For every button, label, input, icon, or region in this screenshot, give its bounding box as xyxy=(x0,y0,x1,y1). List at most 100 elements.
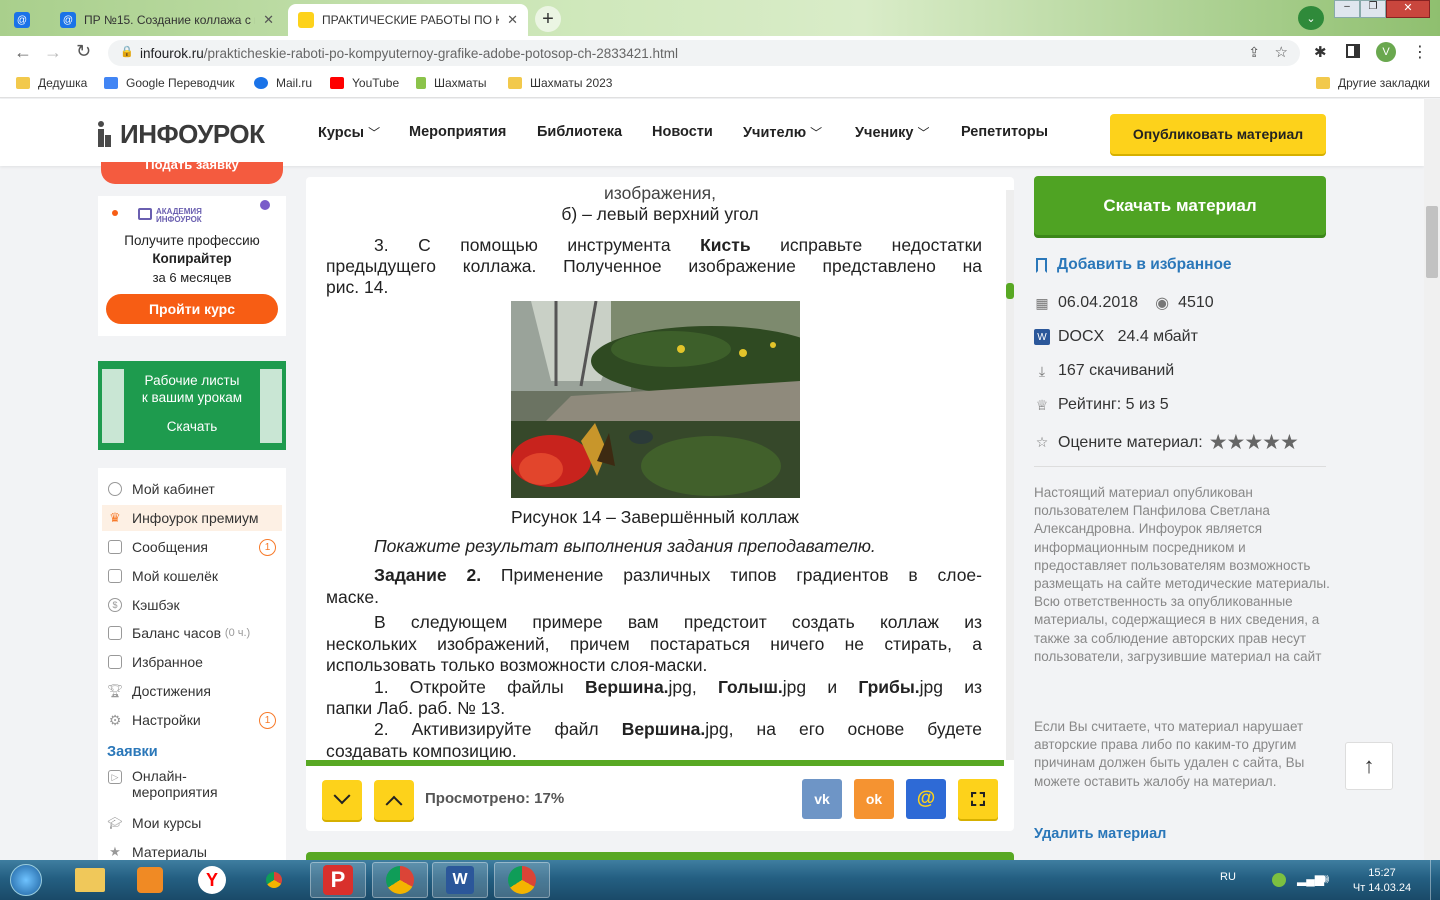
nav-tutors[interactable]: Репетиторы xyxy=(961,124,1048,140)
document-scrollbar[interactable] xyxy=(1006,190,1014,760)
add-to-favorites-link[interactable]: Добавить в избранное xyxy=(1036,256,1232,274)
menu-item-online-events[interactable]: ▷ Онлайн- мероприятия xyxy=(102,768,282,804)
bookmark-item[interactable]: YouTube xyxy=(330,76,399,90)
nav-courses[interactable]: Курсы ﹀ xyxy=(318,124,380,141)
document-scrollbar-thumb[interactable] xyxy=(1006,283,1014,299)
prev-page-button[interactable] xyxy=(374,780,414,820)
bookmark-item[interactable]: Google Переводчик xyxy=(104,76,235,90)
nav-events[interactable]: Мероприятия xyxy=(409,124,506,140)
maximize-icon[interactable]: ❐ xyxy=(1360,0,1386,18)
close-tab-icon[interactable]: ✕ xyxy=(507,12,518,28)
taskbar-app-p[interactable]: P xyxy=(310,862,366,898)
nav-student[interactable]: Ученику ﹀ xyxy=(855,124,930,141)
profile-avatar[interactable]: V xyxy=(1376,42,1396,62)
scroll-to-top-button[interactable]: ↑ xyxy=(1345,742,1393,790)
taskbar-word[interactable]: W xyxy=(432,862,488,898)
extensions-icon[interactable]: ✱ xyxy=(1314,43,1327,61)
pinned-tab[interactable]: @ xyxy=(4,4,44,36)
nav-library[interactable]: Библиотека xyxy=(537,124,622,140)
promo-line: Получите профессию xyxy=(124,233,260,248)
taskbar-yandex[interactable]: Y xyxy=(184,862,240,898)
bookmark-item[interactable]: Шахматы 2023 xyxy=(508,76,612,90)
page-scrollbar-thumb[interactable] xyxy=(1426,206,1438,278)
worksheets-banner[interactable]: Рабочие листы к вашим урокам Скачать xyxy=(98,361,286,450)
menu-item-settings[interactable]: ⚙ Настройки 1 xyxy=(102,707,282,733)
bookmark-item[interactable]: Дедушка xyxy=(16,76,87,90)
chevron-down-icon xyxy=(333,787,351,805)
eye-icon: ◉ xyxy=(1155,295,1170,312)
material-views: 4510 xyxy=(1178,294,1214,311)
doc-line: изображения, xyxy=(603,183,717,203)
taskbar-media-player[interactable] xyxy=(122,862,178,898)
doc-line: В следующем примере вам предстоит создат… xyxy=(374,612,982,632)
menu-item-premium[interactable]: ♛ Инфоурок премиум xyxy=(102,505,282,531)
close-window-icon[interactable]: ✕ xyxy=(1386,0,1430,18)
taskbar-chrome-profile[interactable] xyxy=(494,862,550,898)
show-desktop-button[interactable] xyxy=(1430,860,1440,900)
browser-tab-2[interactable]: ПРАКТИЧЕСКИЕ РАБОТЫ ПО КО ✕ xyxy=(288,4,528,36)
new-tab-button[interactable]: + xyxy=(535,6,561,32)
browser-tab-1[interactable]: @ ПР №15. Создание коллажа с п ✕ xyxy=(50,4,284,36)
promo-duration: за 6 месяцев xyxy=(152,270,232,285)
share-ok-button[interactable]: ok xyxy=(854,779,894,819)
nav-teacher[interactable]: Учителю ﹀ xyxy=(743,124,822,141)
side-panel-icon[interactable] xyxy=(1346,44,1360,58)
menu-item-favorites[interactable]: Избранное xyxy=(102,649,282,675)
forward-icon[interactable]: → xyxy=(44,42,62,63)
menu-dots-icon[interactable]: ⋮ xyxy=(1412,42,1428,62)
menu-item-messages[interactable]: Сообщения 1 xyxy=(102,534,282,560)
menu-item-hours[interactable]: Баланс часов (0 ч.) xyxy=(102,620,282,646)
taskbar-chrome[interactable] xyxy=(246,862,302,898)
language-indicator[interactable]: RU xyxy=(1220,871,1236,883)
odnoklassniki-icon: ok xyxy=(865,791,883,807)
menu-item-achievements[interactable]: 🏆︎ Достижения xyxy=(102,678,282,704)
menu-item-cabinet[interactable]: Мой кабинет xyxy=(102,476,282,502)
download-material-button[interactable]: Скачать материал xyxy=(1034,176,1326,235)
system-clock[interactable]: 15:27 Чт 14.03.24 xyxy=(1346,866,1418,896)
address-bar[interactable]: 🔒 infourok.ru/prakticheskie-raboti-po-ko… xyxy=(108,40,1300,66)
take-course-button[interactable]: Пройти курс xyxy=(106,294,278,324)
close-tab-icon[interactable]: ✕ xyxy=(263,12,274,28)
tray-app-icon[interactable] xyxy=(1272,873,1286,887)
delete-material-link[interactable]: Удалить материал xyxy=(1034,826,1166,842)
worksheet-preview xyxy=(260,369,282,443)
document-viewer[interactable]: изображения, б) – левый верхний угол 3. … xyxy=(306,177,1014,762)
bookmark-item[interactable]: Шахматы xyxy=(416,76,486,90)
taskbar-chrome-window[interactable] xyxy=(372,862,428,898)
rating-stars[interactable]: ★★★★★ xyxy=(1209,430,1299,455)
network-icon[interactable]: ▂▄▆ xyxy=(1297,872,1324,886)
doc-line: создавать композицию. xyxy=(326,741,517,761)
share-vk-button[interactable]: vk xyxy=(802,779,842,819)
bookmark-star-icon[interactable]: ☆ xyxy=(1275,43,1288,61)
share-mail-button[interactable]: @ xyxy=(906,779,946,819)
menu-item-cashback[interactable]: $ Кэшбэк xyxy=(102,592,282,618)
settings-badge: 1 xyxy=(259,711,276,729)
favicon-icon: @ xyxy=(60,12,76,28)
infourok-logo-icon xyxy=(98,121,112,147)
nav-news[interactable]: Новости xyxy=(652,124,713,140)
promo-profession: Копирайтер xyxy=(152,251,232,266)
other-bookmarks[interactable]: Другие закладки xyxy=(1316,76,1430,90)
worksheets-download[interactable]: Скачать xyxy=(126,418,258,435)
vk-icon: vk xyxy=(814,791,830,807)
taskbar-explorer[interactable] xyxy=(62,862,118,898)
fullscreen-button[interactable] xyxy=(958,779,998,819)
back-icon[interactable]: ← xyxy=(14,42,32,63)
doc-instruction: Покажите результат выполнения задания пр… xyxy=(374,536,876,556)
worksheets-title-2: к вашим урокам xyxy=(141,390,243,405)
apply-button[interactable]: Подать заявку xyxy=(101,162,283,184)
bookmark-item[interactable]: Mail.ru xyxy=(254,76,312,90)
start-button[interactable] xyxy=(6,862,46,898)
menu-item-my-courses[interactable]: 🎓︎ Мои курсы xyxy=(102,810,282,836)
doc-paragraph-3: 3. С помощью инструмента Кисть исправьте… xyxy=(374,235,982,255)
reload-icon[interactable]: ↻ xyxy=(76,41,91,62)
tab-search-chevron-icon[interactable]: ⌄ xyxy=(1298,6,1324,30)
publish-material-button[interactable]: Опубликовать материал xyxy=(1110,114,1326,154)
volume-icon[interactable]: 🔊︎ xyxy=(1321,871,1329,887)
next-page-button[interactable] xyxy=(322,780,362,820)
menu-item-wallet[interactable]: Мой кошелёк xyxy=(102,563,282,589)
divider xyxy=(1034,466,1326,467)
minimize-icon[interactable]: – xyxy=(1334,0,1360,18)
share-icon[interactable]: ⇪ xyxy=(1248,44,1260,61)
site-logo[interactable]: ИНФОУРОК xyxy=(120,119,265,150)
